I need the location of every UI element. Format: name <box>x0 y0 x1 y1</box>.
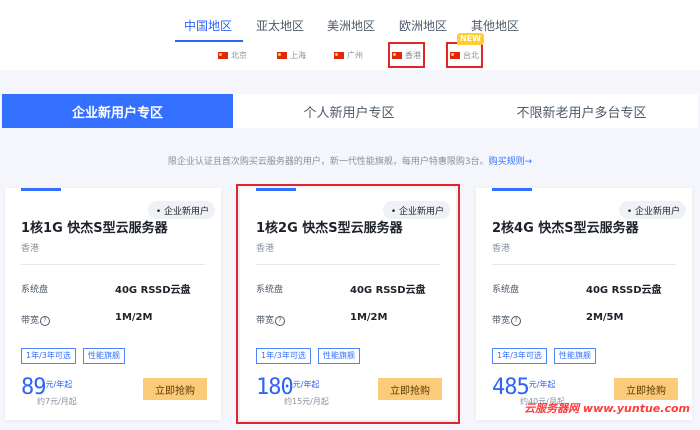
active-tab-underline <box>175 40 243 42</box>
buy-now-button[interactable]: 立即抢购 <box>378 378 442 400</box>
bandwidth-label-wrap: 带宽? <box>21 313 51 326</box>
help-icon[interactable]: ? <box>40 315 51 326</box>
performance-tag: 性能旗舰 <box>554 348 596 364</box>
region-tabs: 中国地区 亚太地区 美洲地区 欧洲地区 其他地区 <box>0 17 700 42</box>
card-divider <box>21 264 205 265</box>
card-title: 2核4G 快杰S型云服务器 <box>492 221 639 236</box>
promo-notice: 限企业认证且首次购买云服务器的用户，新一代性能旗舰，每用户特惠限购3台。购买规则… <box>0 154 700 167</box>
city-shanghai[interactable]: 上海 <box>277 46 306 64</box>
price-unit: 元/年起 <box>528 380 556 389</box>
performance-tag: 性能旗舰 <box>83 348 125 364</box>
tab-china[interactable]: 中国地区 <box>184 17 232 35</box>
monthly-price: 约7元/月起 <box>37 397 77 406</box>
bandwidth-label: 带宽 <box>492 316 511 326</box>
disk-label: 系统盘 <box>492 285 520 295</box>
disk-label: 系统盘 <box>21 285 49 295</box>
product-card: • 企业新用户 1核1G 快杰S型云服务器 香港 系统盘 40G RSSD云盘 … <box>5 188 221 420</box>
bandwidth-label: 带宽 <box>21 316 40 326</box>
china-flag-icon <box>450 51 460 59</box>
price-unit: 元/年起 <box>292 380 320 389</box>
card-divider <box>256 264 440 265</box>
bandwidth-label: 带宽 <box>256 316 275 326</box>
top-bar: 中国地区 亚太地区 美洲地区 欧洲地区 其他地区 北京 上海 广州 香港 台北 … <box>0 0 700 70</box>
city-label: 上海 <box>290 50 306 60</box>
china-flag-icon <box>277 51 287 59</box>
card-title: 1核1G 快杰S型云服务器 <box>21 221 168 236</box>
help-icon[interactable]: ? <box>275 315 286 326</box>
card-accent-bar <box>21 188 61 191</box>
card-accent-bar <box>492 188 532 191</box>
price-unit: 元/年起 <box>45 380 73 389</box>
disk-value: 40G RSSD云盘 <box>115 285 191 296</box>
tab-enterprise-new[interactable]: 企业新用户专区 <box>2 94 233 128</box>
tab-europe[interactable]: 欧洲地区 <box>399 17 447 35</box>
product-card-highlighted: • 企业新用户 1核2G 快杰S型云服务器 香港 系统盘 40G RSSD云盘 … <box>236 184 460 424</box>
city-label: 北京 <box>231 50 247 60</box>
performance-tag: 性能旗舰 <box>318 348 360 364</box>
user-tabs: 企业新用户专区 个人新用户专区 不限新老用户多台专区 <box>2 94 698 128</box>
card-region: 香港 <box>256 244 275 254</box>
china-flag-icon <box>334 51 344 59</box>
term-tag: 1年/3年可选 <box>492 348 547 364</box>
card-accent-bar <box>256 188 296 191</box>
card-title: 1核2G 快杰S型云服务器 <box>256 221 403 236</box>
disk-value: 40G RSSD云盘 <box>350 285 426 296</box>
tab-personal-new[interactable]: 个人新用户专区 <box>233 94 465 128</box>
term-tag: 1年/3年可选 <box>21 348 76 364</box>
tab-americas[interactable]: 美洲地区 <box>327 17 375 35</box>
bandwidth-value: 1M/2M <box>115 312 153 323</box>
tab-asia-pacific[interactable]: 亚太地区 <box>256 17 304 35</box>
term-tag: 1年/3年可选 <box>256 348 311 364</box>
bandwidth-label-wrap: 带宽? <box>492 313 522 326</box>
card-region: 香港 <box>21 244 40 254</box>
city-hongkong[interactable]: 香港 <box>388 42 425 68</box>
china-flag-icon <box>392 51 402 59</box>
city-guangzhou[interactable]: 广州 <box>334 46 363 64</box>
new-badge: NEW <box>457 33 484 45</box>
city-taipei[interactable]: 台北 NEW <box>446 33 484 68</box>
buy-now-button[interactable]: 立即抢购 <box>614 378 678 400</box>
city-label: 台北 <box>463 50 479 60</box>
bandwidth-value: 1M/2M <box>350 312 388 323</box>
card-region: 香港 <box>492 244 511 254</box>
help-icon[interactable]: ? <box>511 315 522 326</box>
disk-label: 系统盘 <box>256 285 284 295</box>
product-card: • 企业新用户 2核4G 快杰S型云服务器 香港 系统盘 40G RSSD云盘 … <box>476 188 692 420</box>
card-divider <box>492 264 676 265</box>
disk-value: 40G RSSD云盘 <box>586 285 662 296</box>
purchase-rules-link[interactable]: 购买规则→ <box>489 157 533 167</box>
tab-multi-unlimited[interactable]: 不限新老用户多台专区 <box>465 94 698 128</box>
notice-text: 限企业认证且首次购买云服务器的用户，新一代性能旗舰，每用户特惠限购3台。 <box>167 157 489 167</box>
china-flag-icon <box>218 51 228 59</box>
watermark: 云服务器网 www.yuntue.com <box>524 402 690 415</box>
monthly-price: 约15元/月起 <box>284 397 329 406</box>
bandwidth-value: 2M/5M <box>586 312 624 323</box>
city-beijing[interactable]: 北京 <box>218 46 247 64</box>
city-row: 北京 上海 广州 香港 台北 NEW <box>0 33 700 68</box>
bandwidth-label-wrap: 带宽? <box>256 313 286 326</box>
city-label: 广州 <box>347 50 363 60</box>
buy-now-button[interactable]: 立即抢购 <box>143 378 207 400</box>
city-label: 香港 <box>405 50 421 60</box>
